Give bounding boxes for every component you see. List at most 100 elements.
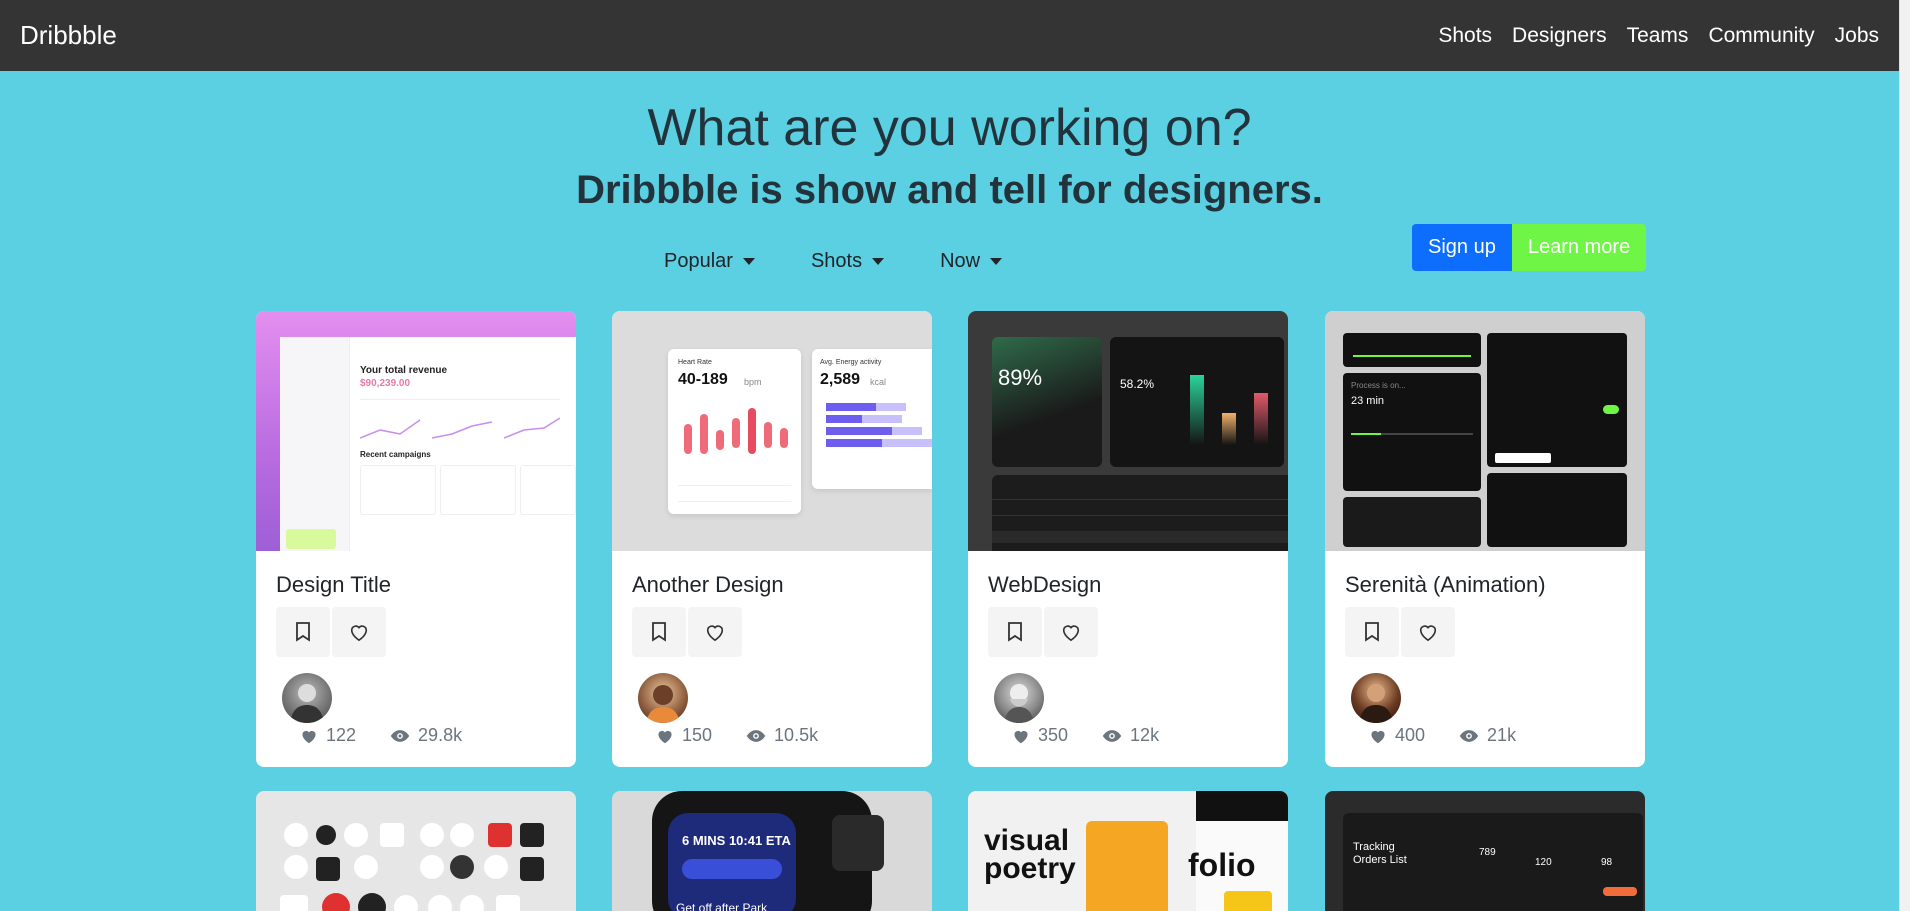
designer-avatar[interactable] [994, 673, 1044, 723]
like-button[interactable] [688, 607, 742, 657]
chart-widget: 58.2% [1110, 337, 1284, 467]
shot-thumbnail[interactable]: Heart Rate 40-189 bpm Avg. Energy activi… [612, 311, 932, 551]
bookmark-button[interactable] [276, 607, 330, 657]
preview-revenue-value: $90,239.00 [360, 378, 411, 389]
heart-icon [658, 730, 672, 743]
nav-link-shots[interactable]: Shots [1438, 24, 1492, 48]
smartwatch-image: 6 MINS 10:41 ETA Get off after Park Lane [652, 791, 884, 911]
heart-outline-icon [706, 625, 724, 642]
caret-down-icon [990, 258, 1003, 265]
shot-card[interactable]: Process is on... 23 min Serenità (Animat… [1325, 311, 1645, 767]
orders-dashboard: Tracking Orders List 789 120 98 [1343, 813, 1643, 911]
avatar-portrait [1359, 684, 1393, 723]
shot-title[interactable]: Another Design [632, 572, 784, 598]
watch-screen: 6 MINS 10:41 ETA Get off after Park Lane [668, 813, 796, 911]
heart-outline-icon [1062, 625, 1080, 642]
shot-thumbnail[interactable]: Process is on... 23 min [1325, 311, 1645, 551]
preview-campaigns-label: Recent campaigns [360, 450, 431, 459]
avatar-portrait [1004, 684, 1034, 723]
designer-avatar[interactable] [638, 673, 688, 723]
filter-bar: Popular Shots Now [664, 250, 1003, 273]
top-navbar: Dribbble Shots Designers Teams Community… [0, 0, 1899, 71]
input-widget [1343, 497, 1481, 547]
heart-rate-label: Heart Rate [678, 359, 712, 366]
bookmark-icon [296, 622, 310, 642]
bookmark-button[interactable] [988, 607, 1042, 657]
page-scrollbar[interactable] [1899, 0, 1910, 911]
heart-outline-icon [1419, 625, 1437, 642]
orders-stat-2: 120 [1535, 857, 1552, 868]
designer-avatar[interactable] [1351, 673, 1401, 723]
like-button[interactable] [332, 607, 386, 657]
shot-card[interactable]: 89% 58.2% WebDesign 350 12k [968, 311, 1288, 767]
caret-down-icon [742, 258, 755, 265]
hero-title: What are you working on? [647, 99, 1252, 157]
shot-card[interactable] [256, 791, 576, 911]
dashboard-preview: Your total revenue $90,239.00 Recent cam… [280, 337, 576, 551]
views-count: 10.5k [774, 725, 819, 745]
preview-promo-badge [286, 529, 336, 549]
preview-sparklines [359, 417, 561, 439]
filter-now-dropdown[interactable]: Now [940, 250, 1003, 273]
orders-title: Tracking Orders List [1353, 841, 1407, 866]
eye-icon [390, 729, 410, 742]
heart-icon [302, 730, 316, 743]
energy-value: 2,589 [820, 371, 861, 388]
caret-down-icon [872, 258, 885, 265]
energy-bars [826, 403, 932, 447]
shot-stats: 350 12k [1012, 725, 1159, 746]
like-button[interactable] [1044, 607, 1098, 657]
energy-label: Avg. Energy activity [820, 359, 882, 366]
signup-button[interactable]: Sign up [1412, 224, 1512, 271]
shot-title[interactable]: Serenità (Animation) [1345, 572, 1546, 598]
shot-thumbnail[interactable]: 89% 58.2% [968, 311, 1288, 551]
likes-count: 400 [1395, 725, 1426, 745]
bookmark-icon [652, 622, 666, 642]
shot-thumbnail[interactable] [256, 791, 576, 911]
nav-link-community[interactable]: Community [1708, 24, 1814, 48]
preview-sidebar [280, 337, 350, 551]
orders-stat-3: 98 [1601, 857, 1613, 868]
process-time: 23 min [1351, 395, 1385, 407]
shot-title[interactable]: WebDesign [988, 572, 1101, 598]
preview-stats-row [359, 399, 561, 449]
filter-popular-label: Popular [664, 250, 733, 272]
views-count: 29.8k [418, 725, 463, 745]
nav-links: Shots Designers Teams Community Jobs [1438, 24, 1879, 48]
bookmark-icon [1008, 622, 1022, 642]
shot-card[interactable]: Heart Rate 40-189 bpm Avg. Energy activi… [612, 311, 932, 767]
watch-crown [832, 815, 884, 871]
nav-link-teams[interactable]: Teams [1627, 24, 1689, 48]
exchange-widget [1487, 473, 1627, 547]
shot-stats: 400 21k [1369, 725, 1516, 746]
nav-link-jobs[interactable]: Jobs [1835, 24, 1879, 48]
shot-title[interactable]: Design Title [276, 572, 391, 598]
filter-shots-dropdown[interactable]: Shots [811, 250, 885, 273]
cta-group: Sign up Learn more [1412, 224, 1647, 271]
stat-widget: 89% [992, 337, 1102, 467]
watch-instruction: Get off after Park Lane [676, 901, 768, 911]
watch-eta: 6 MINS 10:41 ETA [682, 833, 791, 848]
learn-more-button[interactable]: Learn more [1511, 224, 1647, 271]
likes-count: 150 [682, 725, 713, 745]
like-button[interactable] [1401, 607, 1455, 657]
table-widget [992, 475, 1288, 551]
shot-card[interactable]: visual poetry folio [968, 791, 1288, 911]
heart-rate-widget: Heart Rate 40-189 bpm [668, 349, 801, 514]
avatar-portrait [646, 685, 680, 723]
brand-logo[interactable]: Dribbble [20, 20, 117, 51]
preview-revenue-label: Your total revenue [360, 365, 448, 376]
shot-card[interactable]: Tracking Orders List 789 120 98 [1325, 791, 1645, 911]
shot-thumbnail[interactable]: Your total revenue $90,239.00 Recent cam… [256, 311, 576, 551]
bookmark-button[interactable] [1345, 607, 1399, 657]
designer-avatar[interactable] [282, 673, 332, 723]
poster-text: visual poetry [984, 826, 1076, 885]
nav-link-designers[interactable]: Designers [1512, 24, 1607, 48]
poster-line-2: poetry [984, 852, 1076, 885]
shot-card[interactable]: 6 MINS 10:41 ETA Get off after Park Lane [612, 791, 932, 911]
bookmark-button[interactable] [632, 607, 686, 657]
energy-unit: kcal [870, 377, 887, 387]
avatar-portrait [290, 684, 324, 723]
filter-popular-dropdown[interactable]: Popular [664, 250, 755, 273]
shot-card[interactable]: Your total revenue $90,239.00 Recent cam… [256, 311, 576, 767]
